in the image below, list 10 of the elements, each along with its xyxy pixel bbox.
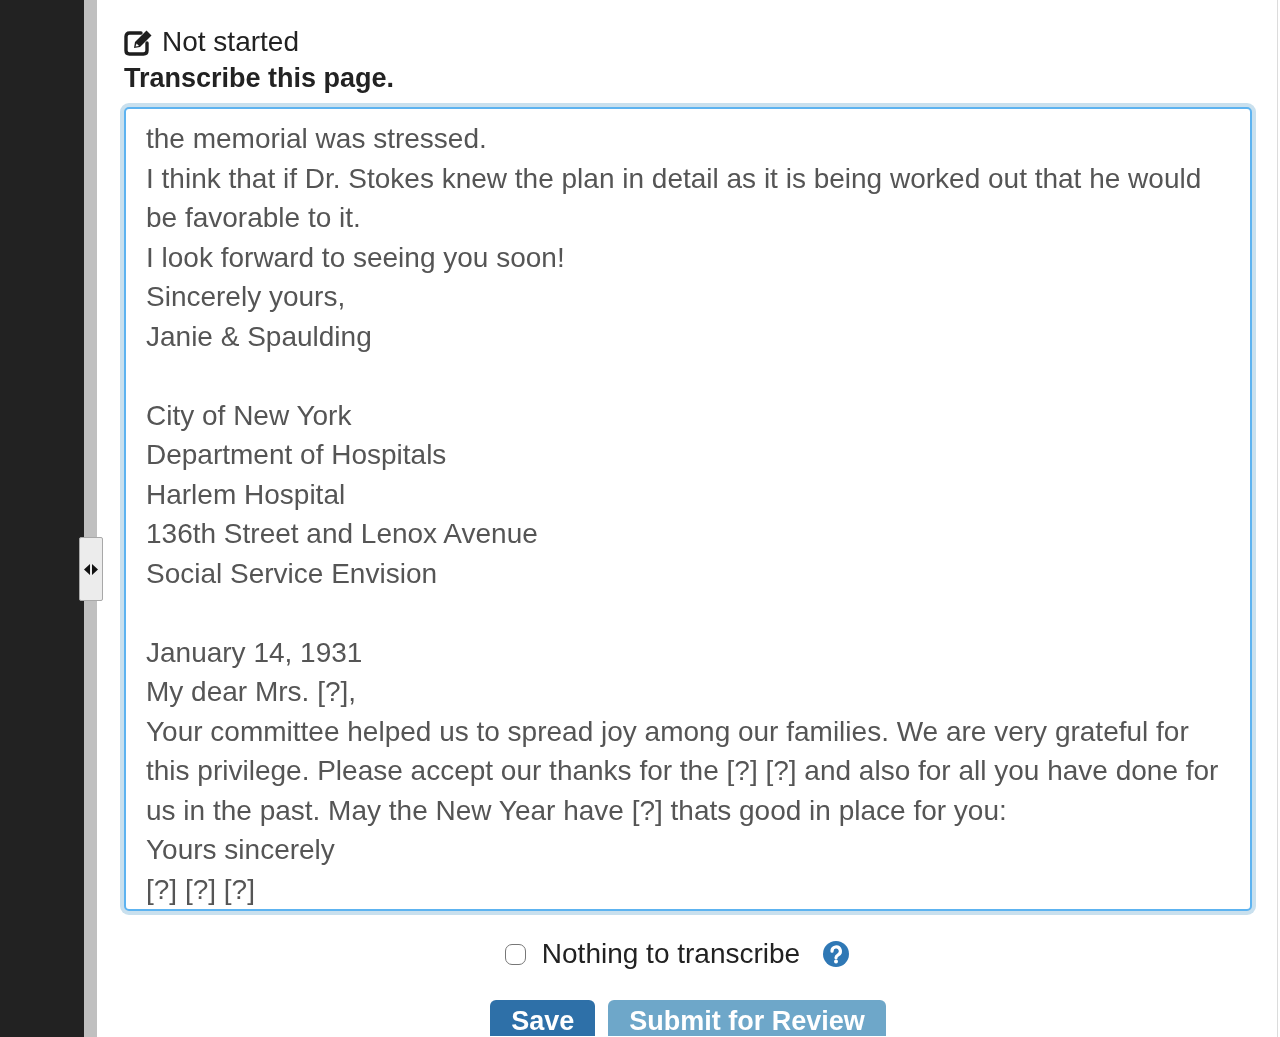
save-button[interactable]: Save bbox=[490, 1000, 596, 1036]
checkbox[interactable] bbox=[504, 943, 526, 965]
transcription-field[interactable]: the memorial was stressed. I think that if Dr. Stokes knew the plan in detail as it is being worked out that he would be favorable to it. I look forward to seeing you soon! Sincerely yours, Janie & Spaulding City of New York Department of Hospitals Harlem Hospital 136th Street and Lenox Avenue Social Service Envision January 14, 1931 My dear Mrs. [?], Your committee helped us to spread joy among our families. We are very grateful for this privilege. Please accept our thanks for the [?] [?] and also for all you have done for us in the past. May the New Year have [?] thats good in place for you: Yours sincerely [?] [?] [?] bbox=[124, 107, 1252, 911]
status-label: Not started bbox=[162, 25, 299, 59]
left-right-arrows-icon bbox=[84, 563, 98, 575]
pencil-square-icon bbox=[124, 28, 154, 56]
help-icon[interactable] bbox=[823, 941, 850, 967]
splitter-handle[interactable] bbox=[79, 537, 103, 601]
checkbox-label[interactable]: Nothing to transcribe bbox=[541, 936, 801, 972]
instructions-heading: Transcribe this page. bbox=[124, 62, 396, 95]
